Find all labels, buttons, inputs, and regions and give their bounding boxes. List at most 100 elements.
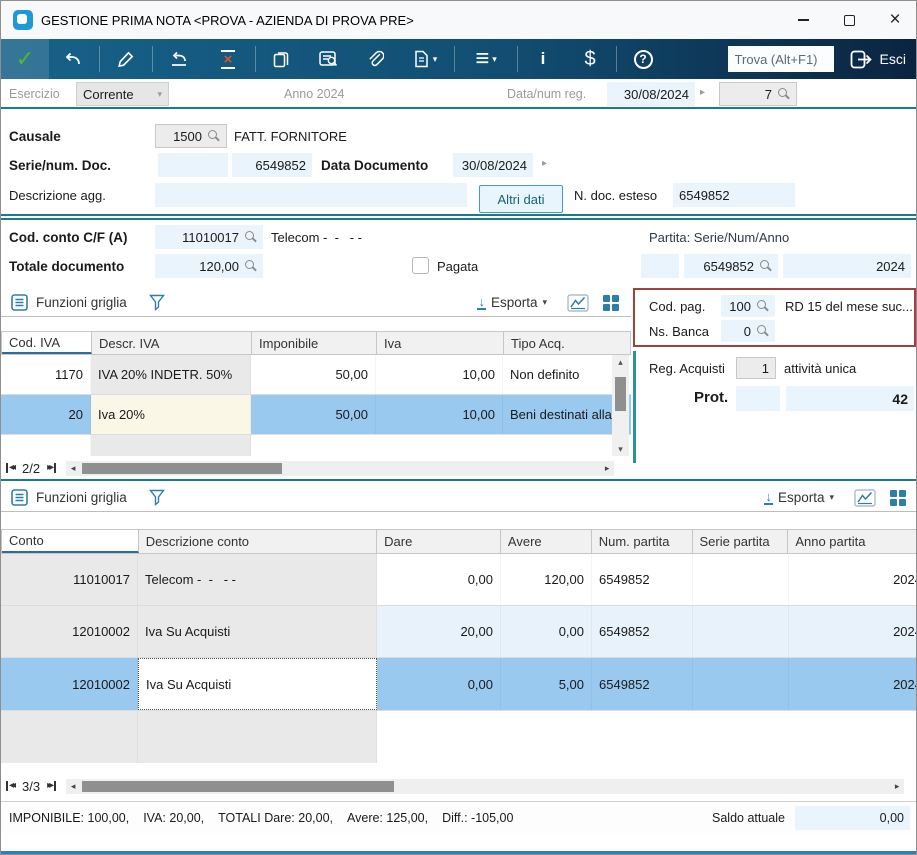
exit-button[interactable]: Esci [842,39,917,79]
column-header-cod-iva[interactable]: Cod. IVA [2,332,92,354]
table-row-empty[interactable] [1,711,917,763]
filter-icon[interactable] [149,489,165,506]
column-header-tipo-acq[interactable]: Tipo Acq. [504,332,630,354]
data-documento-field[interactable]: 30/08/2024 [453,153,533,177]
partita-num-field[interactable]: 6549852 [684,254,778,278]
scroll-left-icon[interactable]: ◂ [66,781,80,792]
cod-pag-field[interactable]: 100 [721,295,775,317]
caret-right-icon[interactable]: ▸ [700,87,705,98]
scroll-down-icon[interactable]: ▾ [618,442,623,456]
column-header-descr-iva[interactable]: Descr. IVA [92,332,252,354]
undo-button[interactable] [49,39,97,79]
chart-icon[interactable] [854,489,876,507]
cod-conto-field[interactable]: 11010017 [155,225,263,249]
scrollbar-thumb[interactable] [615,377,626,411]
horizontal-scrollbar[interactable]: ◂ ▸ [66,779,904,794]
table-row-selected[interactable]: 20 Iva 20% 50,00 10,00 Beni destinati al… [1,395,631,435]
edit-button[interactable] [102,39,150,79]
funzioni-griglia-label[interactable]: Funzioni griglia [36,295,127,310]
lookup-icon[interactable] [245,231,257,243]
causale-field[interactable]: 1500 [155,124,227,148]
table-row[interactable]: 12010002 Iva Su Acquisti 20,00 0,00 6549… [1,606,917,658]
scroll-right-icon[interactable]: ▸ [890,781,904,792]
first-page-icon[interactable]: ◂◂ [6,781,16,791]
data-reg-field[interactable]: 30/08/2024 [607,82,695,106]
export-button[interactable]: ↓ Esporta ▾ [764,490,834,505]
scroll-up-icon[interactable]: ▴ [618,355,623,369]
horizontal-scrollbar[interactable]: ◂ ▸ [66,461,614,476]
altri-dati-button[interactable]: Altri dati [479,185,563,213]
confirm-button[interactable]: ✓ [1,39,49,79]
registrations-search-button[interactable] [304,39,352,79]
num-reg-field[interactable]: 7 [719,82,797,106]
lookup-icon[interactable] [208,130,220,142]
table-row[interactable]: 11010017 Telecom - - - - 0,00 120,00 654… [1,554,917,606]
grid-view-icon[interactable] [890,490,906,506]
lookup-icon[interactable] [778,88,790,100]
scroll-right-icon[interactable]: ▸ [600,463,614,474]
menu-button[interactable]: ≡ ▾ [457,39,515,79]
minimize-button[interactable] [780,1,826,39]
funzioni-griglia-label[interactable]: Funzioni griglia [36,490,127,505]
close-button[interactable]: × [872,1,917,39]
lookup-icon[interactable] [757,325,769,337]
restore-button[interactable] [155,39,203,79]
lookup-icon[interactable] [757,300,769,312]
attachments-button[interactable] [352,39,398,79]
table-row[interactable]: 1170 IVA 20% INDETR. 50% 50,00 10,00 Non… [1,355,631,395]
column-header-conto[interactable]: Conto [2,530,139,553]
grid-view-icon[interactable] [603,295,619,311]
column-header-avere[interactable]: Avere [501,530,592,553]
info-button[interactable]: i [520,39,566,79]
column-header-anno-partita[interactable]: Anno partita [788,530,917,553]
status-bar: IMPONIBILE: 100,00, IVA: 20,00, TOTALI D… [1,801,917,833]
vertical-scrollbar[interactable]: ▴ ▾ [612,355,629,456]
cell-descrizione-editing[interactable]: Iva Su Acquisti [138,658,377,710]
column-header-iva[interactable]: Iva [377,332,504,354]
scroll-left-icon[interactable]: ◂ [66,463,80,474]
first-page-icon[interactable]: ◂◂ [6,463,16,473]
export-button[interactable]: ↓ Esporta ▾ [477,295,547,310]
descrizione-agg-field[interactable] [155,183,467,207]
column-header-serie-partita[interactable]: Serie partita [693,530,789,553]
documents-menu-button[interactable]: ▾ [398,39,452,79]
delete-button[interactable]: × [203,39,253,79]
ns-banca-field[interactable]: 0 [721,320,775,342]
find-input[interactable] [728,46,834,72]
data-documento-value: 30/08/2024 [462,158,527,173]
esercizio-select[interactable]: Corrente ▾ [76,82,169,106]
maximize-button[interactable] [826,1,872,39]
totale-documento-field[interactable]: 120,00 [155,254,263,278]
currency-button[interactable]: $ [566,39,614,79]
scrollbar-thumb[interactable] [82,781,394,792]
last-page-icon[interactable]: ▸▸ [46,463,56,473]
help-button[interactable]: ? [619,39,667,79]
lookup-icon[interactable] [760,260,772,272]
table-row-selected[interactable]: 12010002 Iva Su Acquisti 0,00 5,00 65498… [1,658,917,711]
column-header-descrizione-conto[interactable]: Descrizione conto [139,530,377,553]
pagata-checkbox[interactable] [412,257,429,274]
partita-serie-field[interactable] [641,254,679,278]
lookup-icon[interactable] [245,260,257,272]
grid-functions-icon[interactable] [11,294,28,311]
grid-functions-icon[interactable] [11,489,28,506]
table-row-empty[interactable] [1,435,631,456]
serie-doc-field[interactable] [158,153,228,177]
num-doc-field[interactable]: 6549852 [232,153,312,177]
column-header-dare[interactable]: Dare [377,530,501,553]
filter-icon[interactable] [149,294,165,311]
column-header-imponibile[interactable]: Imponibile [252,332,377,354]
column-header-num-partita[interactable]: Num. partita [592,530,693,553]
caret-right-icon[interactable]: ▸ [542,158,547,169]
cod-conto-desc: Telecom - - - - [271,230,362,245]
partita-anno-field[interactable]: 2024 [783,254,911,278]
copy-button[interactable] [258,39,304,79]
scrollbar-thumb[interactable] [82,463,282,474]
prot-num-field[interactable]: 42 [786,386,914,411]
n-doc-esteso-field[interactable]: 6549852 [673,183,795,207]
cell-descrizione: Iva Su Acquisti [138,606,377,657]
prot-serie-field[interactable] [736,386,780,411]
chart-icon[interactable] [567,294,589,312]
reg-acquisti-field[interactable]: 1 [736,357,776,379]
last-page-icon[interactable]: ▸▸ [46,781,56,791]
